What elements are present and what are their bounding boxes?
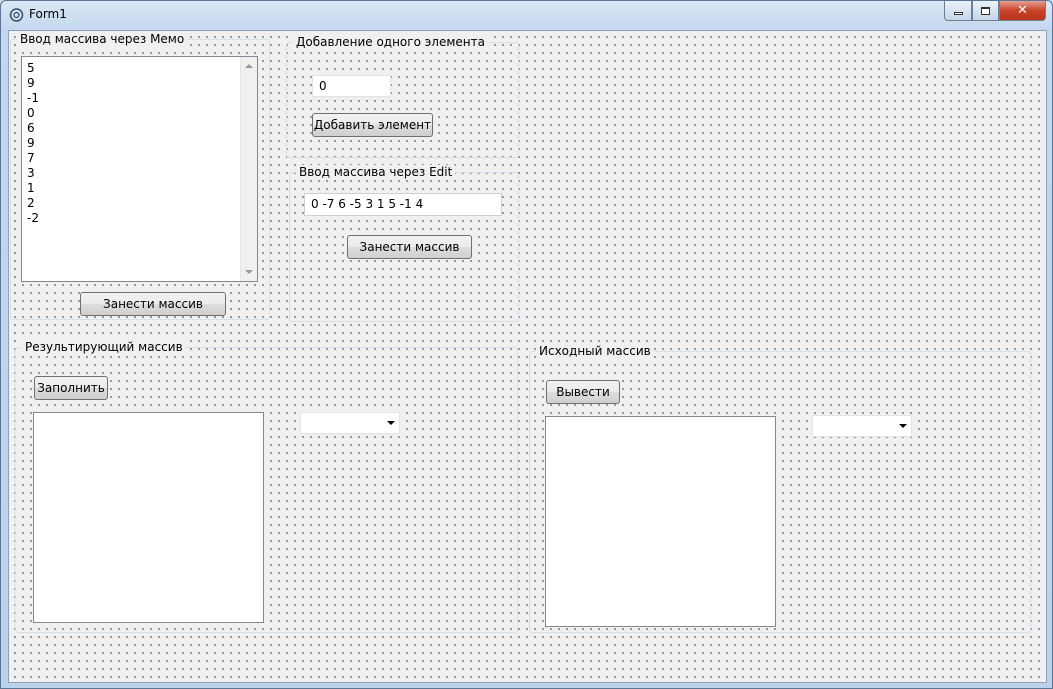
add-element-group: Добавление одного элемента [286,35,519,158]
form-client-area: Ввод массива через Мемо 5 9 -1 0 6 9 7 3… [8,30,1047,683]
maximize-icon [981,6,990,15]
memo-text: 5 9 -1 0 6 9 7 3 1 2 -2 [27,61,39,226]
close-button[interactable]: ✕ [999,1,1046,21]
memo-line: 1 [27,181,35,195]
scroll-up-icon[interactable] [245,64,253,68]
result-group-label: Результирующий массив [22,340,186,354]
window-title: Form1 [29,7,67,21]
source-combobox[interactable] [812,415,912,437]
memo-line: 3 [27,166,35,180]
result-combobox[interactable] [300,412,400,434]
scroll-down-icon[interactable] [245,270,253,274]
memo-line: -2 [27,211,39,225]
memo-submit-button[interactable]: Занести массив [80,292,226,316]
source-group-label: Исходный массив [536,344,654,358]
memo-line: 9 [27,136,35,150]
source-listbox[interactable] [545,416,776,627]
memo-input[interactable]: 5 9 -1 0 6 9 7 3 1 2 -2 [21,56,258,282]
element-input[interactable]: 0 [312,75,391,97]
output-button[interactable]: Вывести [546,380,620,404]
window: Form1 ✕ Ввод массива через Мемо 5 9 -1 0… [0,0,1053,689]
minimize-icon [953,11,963,15]
edit-submit-button[interactable]: Занести массив [347,235,472,259]
memo-line: 2 [27,196,35,210]
add-group-label: Добавление одного элемента [293,35,488,49]
minimize-button[interactable] [944,1,972,21]
fill-button[interactable]: Заполнить [34,376,108,400]
memo-line: 9 [27,76,35,90]
chevron-down-icon[interactable] [899,424,907,428]
memo-scrollbar[interactable] [240,57,257,281]
add-element-button[interactable]: Добавить элемент [312,113,433,137]
memo-line: 0 [27,106,35,120]
memo-line: 7 [27,151,35,165]
app-icon [9,8,24,22]
result-listbox[interactable] [33,412,264,623]
close-icon: ✕ [1017,3,1028,18]
memo-line: 5 [27,61,35,75]
memo-group-label: Ввод массива через Мемо [17,32,188,46]
edit-group-label: Ввод массива через Edit [296,165,456,179]
maximize-button[interactable] [972,1,999,21]
chevron-down-icon[interactable] [387,421,395,425]
memo-line: 6 [27,121,35,135]
memo-line: -1 [27,91,39,105]
array-edit-input[interactable]: 0 -7 6 -5 3 1 5 -1 4 [304,193,502,216]
